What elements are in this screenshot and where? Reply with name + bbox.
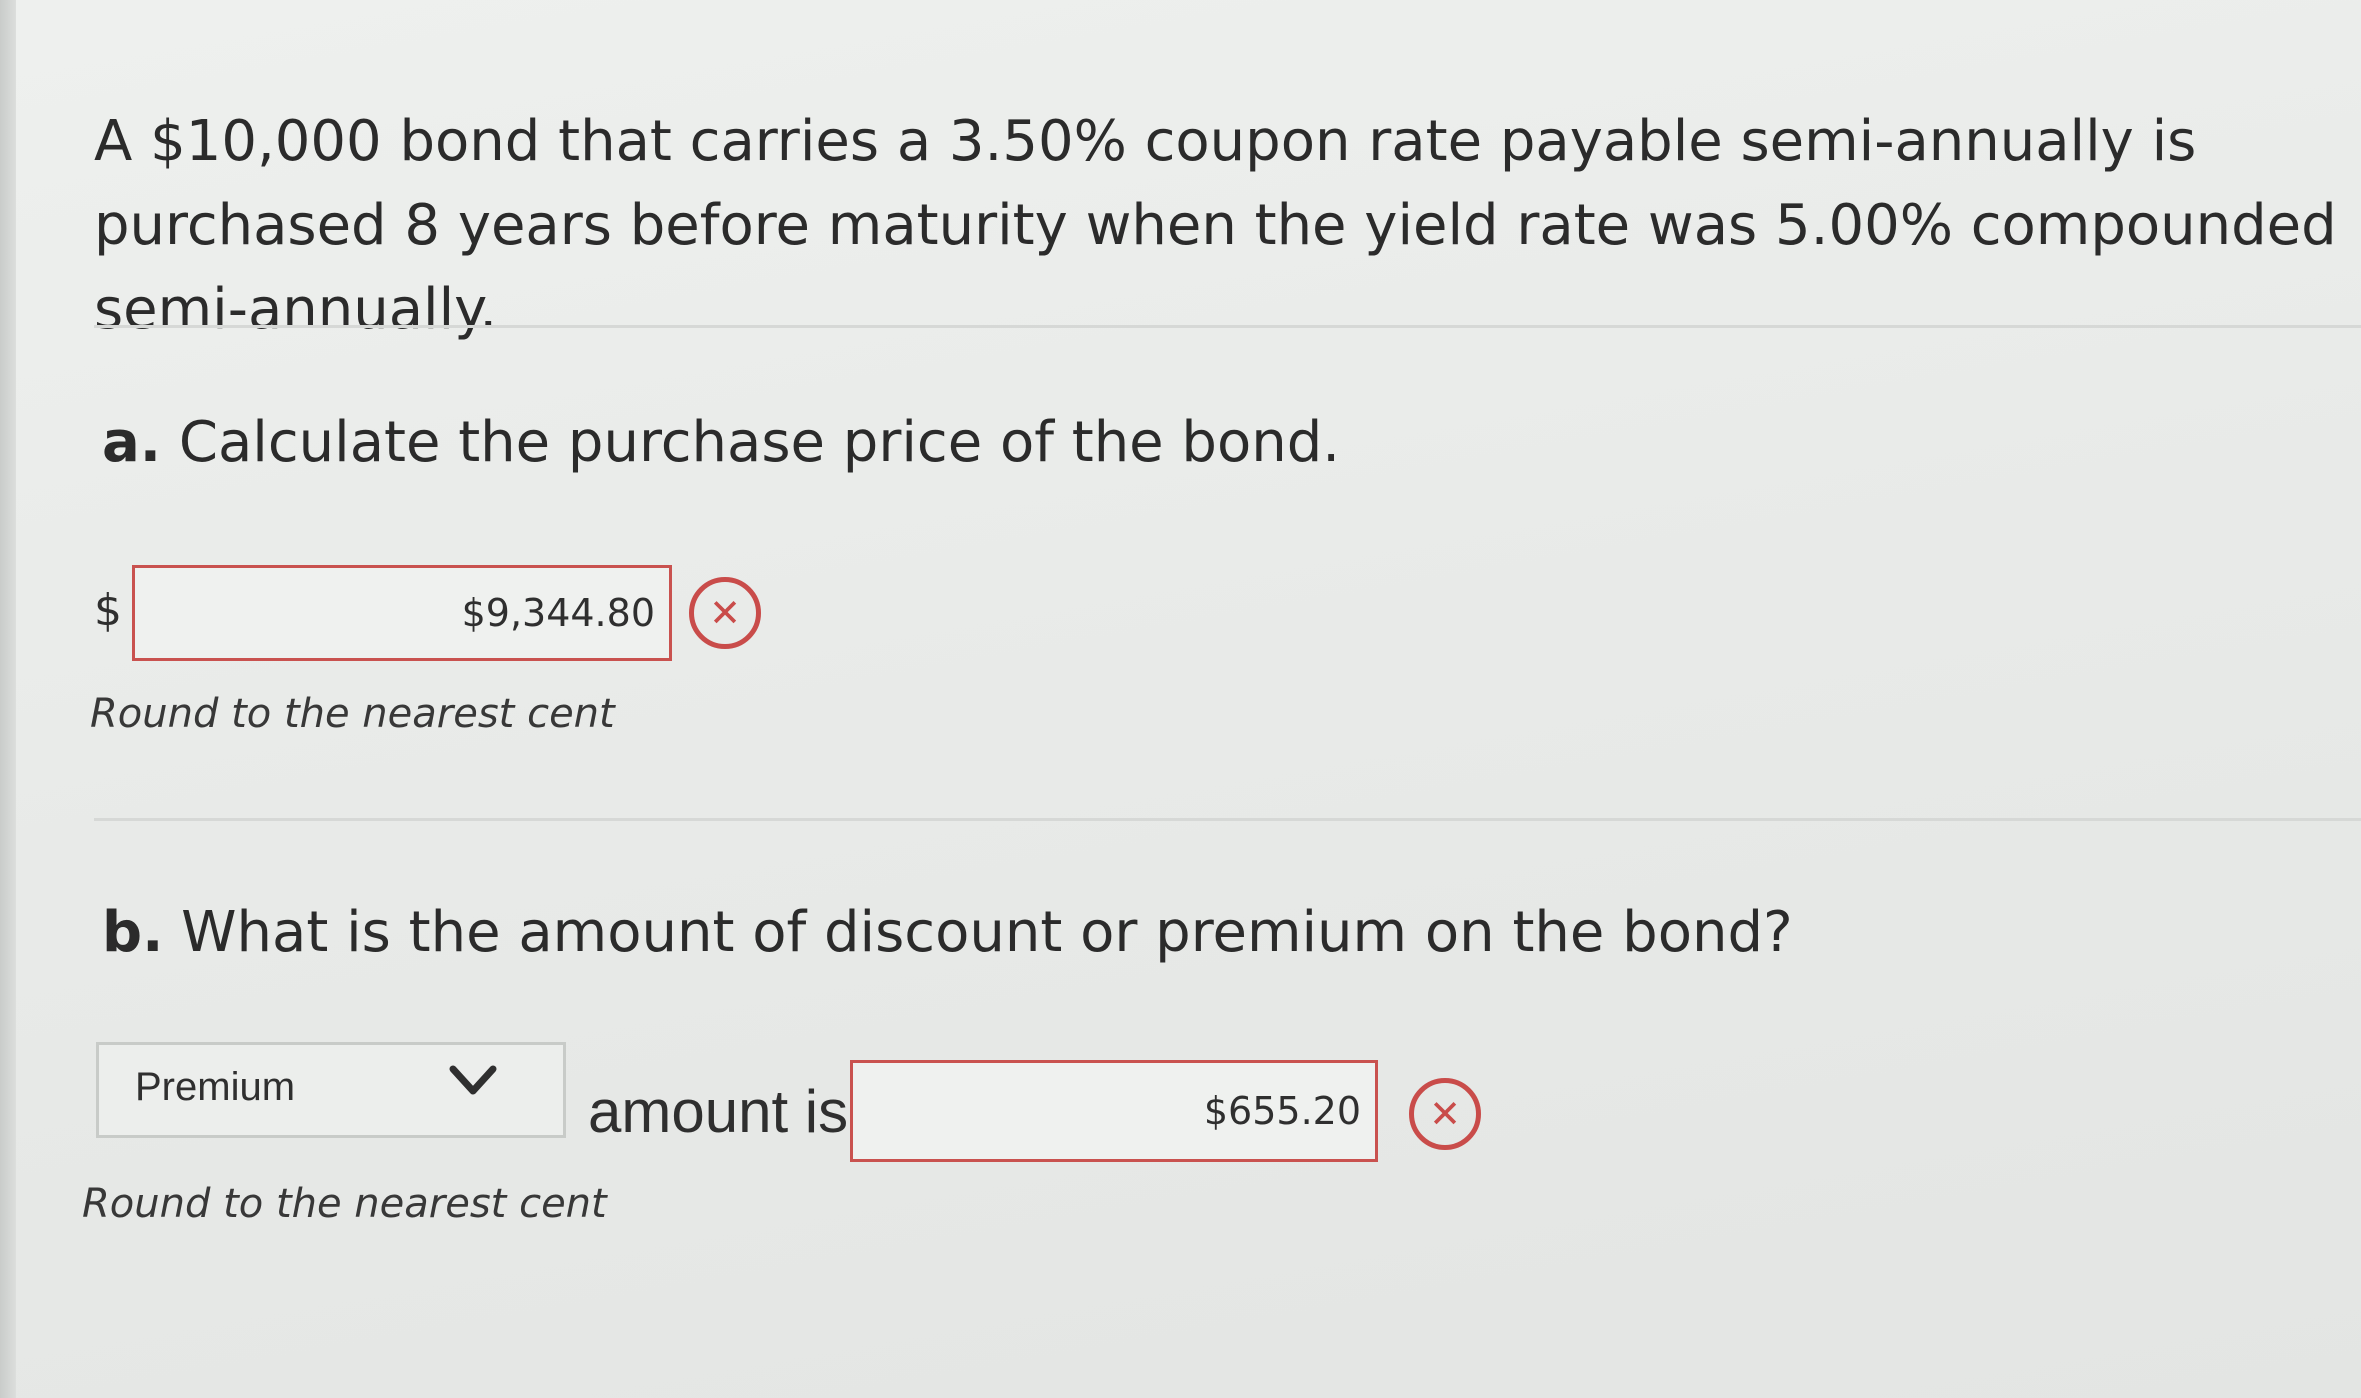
part-b-question: What is the amount of discount or premiu… xyxy=(181,900,1793,965)
question-text: A $10,000 bond that carries a 3.50% coup… xyxy=(94,109,2337,342)
currency-symbol: $ xyxy=(94,585,122,636)
discount-premium-select[interactable]: Premium xyxy=(96,1042,566,1138)
incorrect-x-icon: ✕ xyxy=(1409,1078,1481,1150)
incorrect-x-icon: ✕ xyxy=(689,577,761,649)
discount-premium-amount-input[interactable] xyxy=(850,1060,1378,1162)
amount-label: amount is xyxy=(588,1078,849,1145)
part-b-hint: Round to the nearest cent xyxy=(82,1181,607,1227)
purchase-price-input[interactable] xyxy=(132,565,672,661)
part-b-title: b. What is the amount of discount or pre… xyxy=(102,898,1793,968)
part-a-title: a. Calculate the purchase price of the b… xyxy=(102,408,1340,478)
divider xyxy=(94,325,2361,328)
part-a-letter: a. xyxy=(102,410,162,475)
divider xyxy=(94,818,2361,821)
chevron-down-icon xyxy=(449,1065,497,1095)
select-value: Premium xyxy=(135,1065,296,1109)
part-a-hint: Round to the nearest cent xyxy=(90,691,615,737)
part-a-question: Calculate the purchase price of the bond… xyxy=(178,410,1341,475)
screen-left-edge xyxy=(0,0,16,1398)
question-page: A $10,000 bond that carries a 3.50% coup… xyxy=(16,0,2361,1398)
part-b-letter: b. xyxy=(102,900,164,965)
